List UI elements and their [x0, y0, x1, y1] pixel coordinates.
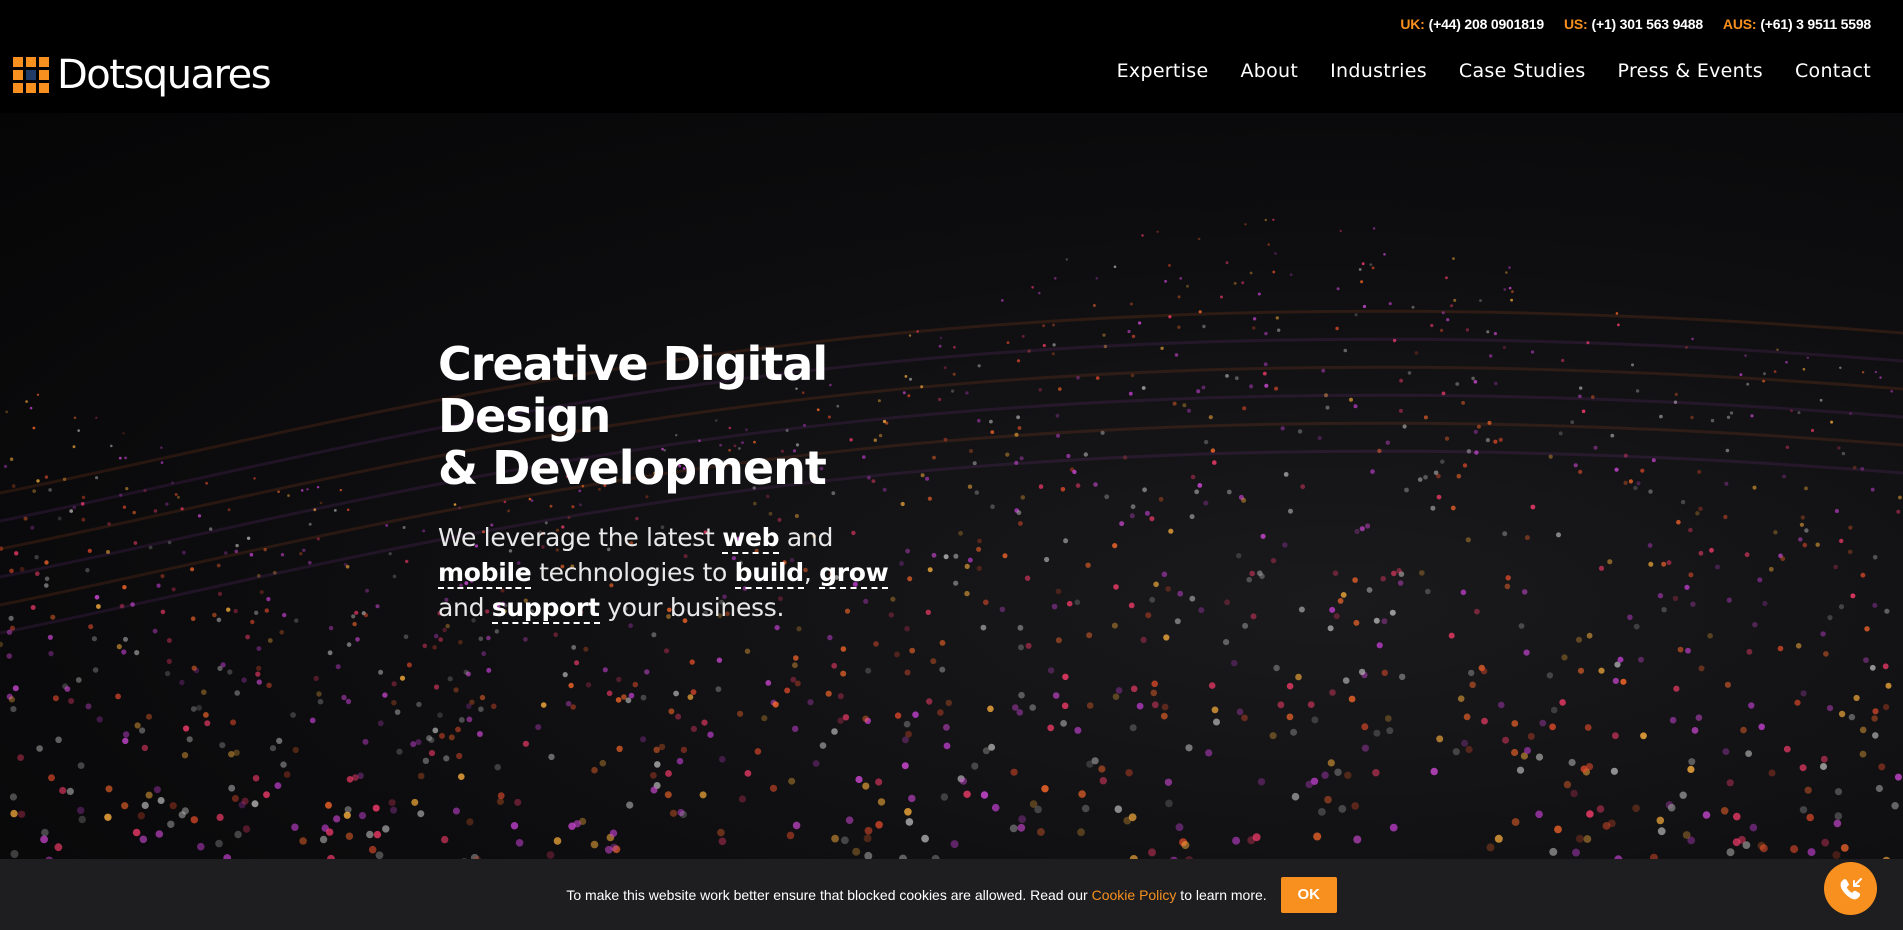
hero-lead: We leverage the latest web and mobile te…: [438, 523, 889, 624]
cookie-policy-link[interactable]: Cookie Policy: [1092, 887, 1177, 903]
nav-industries[interactable]: Industries: [1330, 60, 1427, 82]
call-fab-button[interactable]: [1824, 862, 1877, 915]
nav-case-studies[interactable]: Case Studies: [1459, 60, 1586, 82]
phone-uk[interactable]: UK: (+44) 208 0901819: [1400, 16, 1544, 32]
hero-text: Creative Digital Design & Development We…: [438, 338, 998, 625]
keyword-web: web: [722, 523, 780, 554]
nav-about[interactable]: About: [1240, 60, 1298, 82]
keyword-mobile: mobile: [438, 558, 532, 589]
site-header: UK: (+44) 208 0901819 US: (+1) 301 563 948…: [0, 0, 1903, 113]
phone-aus[interactable]: AUS: (+61) 3 9511 5598: [1723, 16, 1871, 32]
phone-call-icon: [1840, 877, 1862, 899]
keyword-build: build: [734, 558, 804, 589]
keyword-support: support: [491, 593, 600, 624]
keyword-grow: grow: [819, 558, 889, 589]
hero-section: Creative Digital Design & Development We…: [0, 113, 1903, 930]
logo-text: Dotsquares: [57, 52, 272, 98]
phone-us[interactable]: US: (+1) 301 563 9488: [1564, 16, 1703, 32]
nav-press-events[interactable]: Press & Events: [1618, 60, 1763, 82]
cookie-message: To make this website work better ensure …: [566, 886, 1267, 903]
hero-title: Creative Digital Design & Development: [438, 337, 828, 495]
cookie-banner: To make this website work better ensure …: [0, 859, 1903, 930]
nav-expertise[interactable]: Expertise: [1117, 60, 1209, 82]
logo-grid-icon: [13, 57, 49, 93]
logo[interactable]: Dotsquares: [13, 52, 272, 98]
cookie-ok-button[interactable]: OK: [1280, 876, 1337, 913]
main-nav: Expertise About Industries Case Studies …: [1117, 60, 1871, 82]
contact-bar: UK: (+44) 208 0901819 US: (+1) 301 563 948…: [1400, 16, 1871, 32]
nav-contact[interactable]: Contact: [1795, 60, 1871, 82]
